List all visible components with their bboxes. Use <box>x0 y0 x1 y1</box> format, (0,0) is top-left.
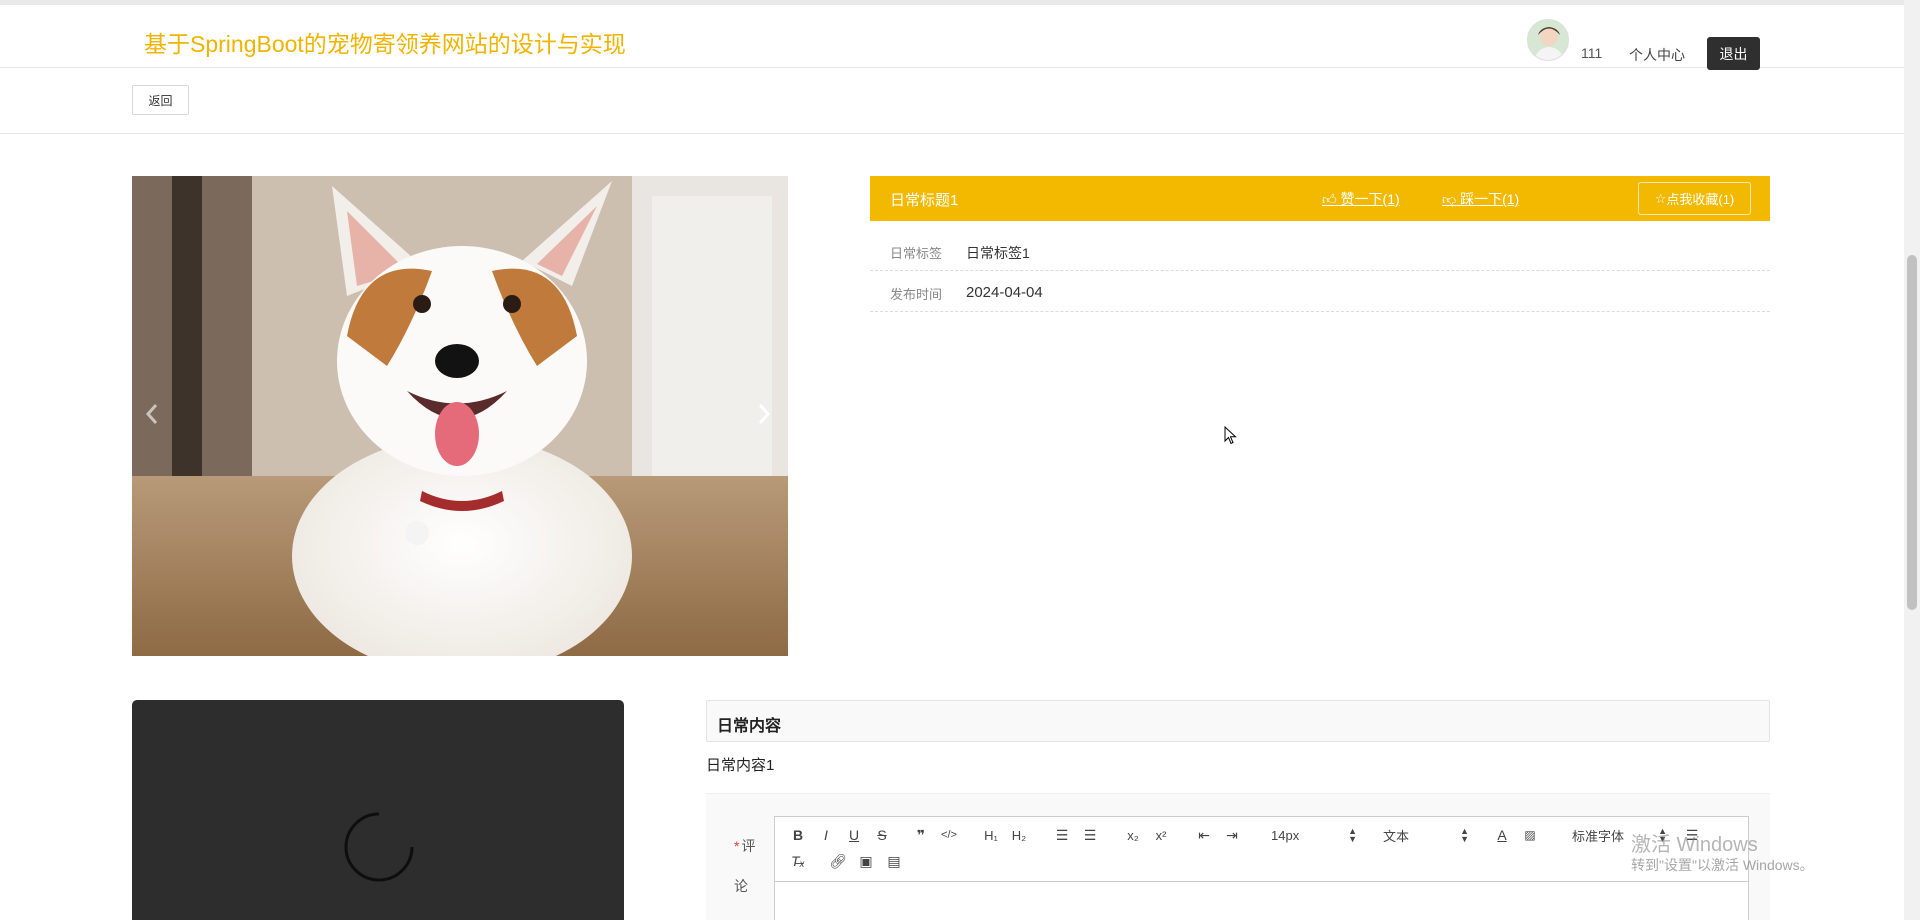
font-family-value: 标准字体 <box>1572 828 1625 844</box>
like-label: 赞一下(1) <box>1340 191 1400 207</box>
chevron-right-icon <box>758 404 771 424</box>
page-scrollbar[interactable] <box>1904 0 1920 920</box>
like-link[interactable]: 👍︎ 赞一下(1) <box>1322 189 1400 209</box>
favorite-button[interactable]: ☆ 点我收藏(1) <box>1638 182 1751 215</box>
detail-title: 日常标题1 <box>890 192 959 209</box>
favorite-label: 点我收藏(1) <box>1666 192 1735 207</box>
strikethrough-icon[interactable]: S <box>871 825 893 845</box>
background-color-icon[interactable]: ▨ <box>1519 825 1541 845</box>
carousel-prev-arrow[interactable] <box>137 394 167 434</box>
indent-icon[interactable]: ⇥ <box>1221 825 1243 845</box>
paragraph-select[interactable]: 文本 ▲ ▼ <box>1383 825 1469 845</box>
rich-text-editor: B I U S ❞ </> H₁ H₂ ☰ ☰ x₂ x² ⇤ ⇥ 14px ▲… <box>774 816 1749 920</box>
info-row-tag: 日常标签 日常标签1 <box>870 230 1770 271</box>
video-icon[interactable]: ▤ <box>883 851 905 871</box>
superscript-icon[interactable]: x² <box>1150 825 1172 845</box>
bold-icon[interactable]: B <box>787 825 809 845</box>
mouse-cursor-icon <box>1224 426 1237 445</box>
star-icon: ☆ <box>1654 190 1667 206</box>
content-section-header: 日常内容 <box>706 700 1770 742</box>
font-color-icon[interactable]: A <box>1491 825 1513 845</box>
code-icon[interactable]: </> <box>938 825 960 845</box>
username: 111 <box>1581 45 1603 61</box>
italic-icon[interactable]: I <box>815 825 837 845</box>
back-button[interactable]: 返回 <box>132 85 189 115</box>
site-title[interactable]: 基于SpringBoot的宠物寄领养网站的设计与实现 <box>144 25 626 59</box>
activation-watermark-title: 激活 Windows <box>1631 834 1758 856</box>
blockquote-icon[interactable]: ❞ <box>910 825 932 845</box>
heading2-icon[interactable]: H₂ <box>1008 825 1030 845</box>
logout-button[interactable]: 退出 <box>1707 37 1760 70</box>
font-size-value: 14px <box>1271 827 1300 843</box>
puppy-image <box>132 176 788 656</box>
info-label: 日常标签 <box>890 246 943 261</box>
outdent-icon[interactable]: ⇤ <box>1193 825 1215 845</box>
info-label: 发布时间 <box>890 287 943 302</box>
info-value: 日常标签1 <box>966 245 1030 261</box>
paragraph-value: 文本 <box>1383 828 1410 844</box>
heading1-icon[interactable]: H₁ <box>980 825 1002 845</box>
carousel-next-arrow[interactable] <box>749 394 779 434</box>
font-size-select[interactable]: 14px ▲ ▼ <box>1271 825 1357 845</box>
bullet-list-icon[interactable]: ☰ <box>1079 825 1101 845</box>
sub-toolbar: 返回 <box>0 68 1904 134</box>
scrollbar-thumb[interactable] <box>1907 255 1917 610</box>
comment-form: * 评论 B I U S ❞ </> H₁ H₂ ☰ ☰ x₂ x² ⇤ ⇥ 14… <box>706 793 1770 920</box>
loading-spinner-icon <box>344 812 414 882</box>
dislike-link[interactable]: 👎︎ 踩一下(1) <box>1442 189 1519 209</box>
comment-label: * 评论 <box>734 826 760 906</box>
info-value: 2024-04-04 <box>966 284 1043 301</box>
select-arrows-icon: ▲ ▼ <box>1348 826 1357 844</box>
ordered-list-icon[interactable]: ☰ <box>1051 825 1073 845</box>
editor-toolbar: B I U S ❞ </> H₁ H₂ ☰ ☰ x₂ x² ⇤ ⇥ 14px ▲… <box>775 817 1748 882</box>
thumbs-down-icon: 👎︎ <box>1442 191 1457 207</box>
video-player[interactable] <box>132 700 624 920</box>
underline-icon[interactable]: U <box>843 825 865 845</box>
profile-link[interactable]: 个人中心 <box>1629 45 1685 65</box>
activation-watermark-subtitle: 转到"设置"以激活 Windows。 <box>1631 857 1814 873</box>
detail-header-bar: 日常标题1 👍︎ 赞一下(1) 👎︎ 踩一下(1) ☆ 点我收藏(1) <box>870 176 1770 221</box>
dislike-label: 踩一下(1) <box>1460 191 1520 207</box>
image-carousel[interactable] <box>132 176 788 656</box>
chevron-left-icon <box>145 404 158 424</box>
required-mark: * <box>734 838 740 854</box>
image-icon[interactable]: ▣ <box>855 851 877 871</box>
top-navbar: 基于SpringBoot的宠物寄领养网站的设计与实现 111 个人中心 退出 <box>0 0 1904 70</box>
info-row-date: 发布时间 2024-04-04 <box>870 271 1770 312</box>
thumbs-up-icon: 👍︎ <box>1322 191 1337 207</box>
clear-format-icon[interactable]: T̶ₓ <box>787 851 809 871</box>
link-icon[interactable]: 🔗︎ <box>827 851 849 871</box>
user-avatar[interactable] <box>1527 19 1569 61</box>
content-heading: 日常内容 <box>717 718 782 735</box>
select-arrows-icon: ▲ ▼ <box>1460 826 1469 844</box>
subscript-icon[interactable]: x₂ <box>1122 825 1144 845</box>
content-text: 日常内容1 <box>706 757 775 774</box>
